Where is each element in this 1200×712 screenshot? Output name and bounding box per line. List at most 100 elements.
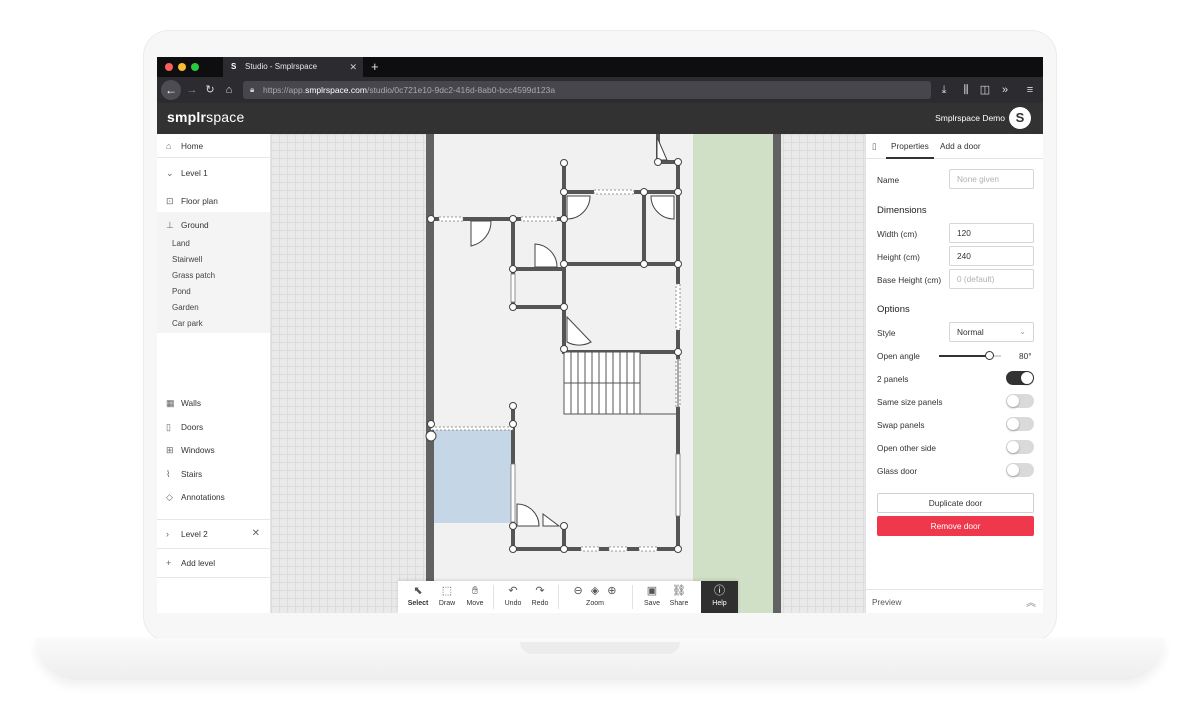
height-input[interactable]: 240 (949, 246, 1034, 266)
name-input[interactable]: None given (949, 169, 1034, 189)
tab-title: Studio - Smplrspace (245, 62, 318, 71)
window-icon: ⊞ (166, 445, 174, 455)
tool-label: Undo (504, 600, 522, 607)
open-angle-slider[interactable] (939, 351, 1001, 360)
preview-bar[interactable]: Preview ︽ (866, 589, 1043, 613)
boundary-wall-left (426, 134, 434, 613)
height-label: Height (cm) (877, 252, 920, 262)
sidebar-item-label: Windows (181, 445, 215, 455)
ground-item-garden[interactable]: Garden (172, 300, 199, 316)
browser-navbar: ← → ↻ ⌂ 🔒︎ https://app.smplrspace.com/st… (157, 77, 1043, 103)
toggle-label: Same size panels (877, 397, 943, 407)
tools-toolbar: ⬉ Select ⬚ Draw ✋︎ Move ↶ Undo ↷ Redo ⊖ … (398, 581, 738, 613)
tool-label: Help (712, 600, 727, 607)
toggle-switch[interactable] (1006, 371, 1034, 385)
url-bar[interactable]: 🔒︎ https://app.smplrspace.com/studio/0c7… (243, 81, 931, 99)
draw-tool-button[interactable]: ⬚ Draw (432, 581, 462, 613)
preview-label: Preview (872, 597, 902, 607)
maximize-window-icon[interactable] (191, 63, 199, 71)
door-icon: ▯ (872, 141, 877, 151)
ground-item-stairwell[interactable]: Stairwell (172, 252, 202, 268)
minimize-window-icon[interactable] (178, 63, 186, 71)
zoom-fit-icon[interactable]: ◈ (591, 585, 599, 597)
chevron-right-icon: › (166, 529, 169, 539)
forward-icon[interactable]: → (183, 81, 201, 99)
ground-item-land[interactable]: Land (172, 236, 190, 252)
redo-button[interactable]: ↷ Redo (525, 581, 555, 613)
hand-icon: ✋︎ (471, 585, 479, 597)
help-button[interactable]: ⓘ Help (701, 581, 738, 613)
level-label: Level 2 (181, 529, 208, 539)
add-level-button[interactable]: + Add level (157, 552, 270, 574)
toggle-switch[interactable] (1006, 463, 1034, 477)
reload-icon[interactable]: ↻ (201, 81, 219, 99)
zoom-controls: ⊖ ◈ ⊕ Zoom (561, 581, 629, 613)
sidebar-item-annotations[interactable]: ◇ Annotations (157, 486, 270, 508)
remove-door-button[interactable]: Remove door (877, 516, 1034, 536)
chevron-up-icon[interactable]: ︽ (1026, 594, 1036, 609)
layers-sidebar: ⌂ Home ⌄ Level 1 ⊡ Floor plan ⊥ Ground L… (157, 134, 271, 613)
sidebar-item-windows[interactable]: ⊞ Windows (157, 439, 270, 461)
slider-thumb[interactable] (985, 351, 995, 360)
avatar[interactable]: S (1009, 107, 1031, 129)
walls-icon: ▦ (166, 398, 175, 408)
sidebar-item-walls[interactable]: ▦ Walls (157, 392, 270, 414)
floor-plan-canvas[interactable]: ⬉ Select ⬚ Draw ✋︎ Move ↶ Undo ↷ Redo ⊖ … (271, 134, 865, 613)
floor-plan-drawing[interactable] (271, 134, 865, 613)
share-button[interactable]: ⛓︎ Share (664, 581, 694, 613)
toggle-switch[interactable] (1006, 417, 1034, 431)
duplicate-door-button[interactable]: Duplicate door (877, 493, 1034, 513)
ground-item-pond[interactable]: Pond (172, 284, 191, 300)
level-2-header[interactable]: › Level 2 ✕ (157, 523, 270, 545)
toggle-label: 2 panels (877, 374, 909, 384)
dimensions-heading: Dimensions (877, 205, 927, 216)
select-tool-button[interactable]: ⬉ Select (403, 581, 433, 613)
download-icon[interactable]: ⤓ (935, 81, 953, 99)
width-label: Width (cm) (877, 229, 918, 239)
undo-button[interactable]: ↶ Undo (498, 581, 528, 613)
sidebar-item-doors[interactable]: ▯ Doors (157, 416, 270, 438)
zoom-in-icon[interactable]: ⊕ (607, 585, 616, 597)
tab-properties[interactable]: Properties (886, 134, 934, 159)
sidebar-item-home[interactable]: ⌂ Home (157, 135, 270, 157)
sidebar-item-floor-plan[interactable]: ⊡ Floor plan (157, 190, 270, 212)
delete-level-icon[interactable]: ✕ (252, 523, 260, 545)
sidebar-item-ground[interactable]: ⊥ Ground (157, 214, 270, 236)
toggle-knob (1007, 464, 1019, 476)
width-input[interactable]: 120 (949, 223, 1034, 243)
user-name[interactable]: Smplrspace Demo (935, 113, 1005, 123)
browser-tab[interactable]: S Studio - Smplrspace ✕ (223, 57, 363, 77)
move-tool-button[interactable]: ✋︎ Move (460, 581, 490, 613)
ground-item-car-park[interactable]: Car park (172, 316, 203, 332)
library-icon[interactable]: ⫼ (957, 81, 975, 99)
ground-icon: ⊥ (166, 220, 174, 230)
close-window-icon[interactable] (165, 63, 173, 71)
open-angle-label: Open angle (877, 351, 920, 361)
base-height-input[interactable]: 0 (default) (949, 269, 1034, 289)
help-icon: ⓘ (714, 585, 725, 597)
toggle-knob (1021, 372, 1033, 384)
sidebar-item-stairs[interactable]: ⌇ Stairs (157, 463, 270, 485)
sidebar-toggle-icon[interactable]: ◫ (976, 81, 994, 99)
toggle-knob (1007, 395, 1019, 407)
boundary-wall-right (773, 134, 781, 613)
save-button[interactable]: ▣ Save (637, 581, 667, 613)
tool-label: Move (466, 600, 484, 607)
close-tab-icon[interactable]: ✕ (349, 57, 357, 77)
sidebar-item-label: Home (181, 141, 204, 151)
add-level-label: Add level (181, 558, 216, 568)
new-tab-icon[interactable]: + (371, 57, 379, 77)
toggle-switch[interactable] (1006, 394, 1034, 408)
level-1-header[interactable]: ⌄ Level 1 (157, 162, 270, 184)
zoom-out-icon[interactable]: ⊖ (573, 585, 582, 597)
menu-icon[interactable]: ≡ (1021, 81, 1039, 99)
app-logo[interactable]: smplrspace (167, 109, 244, 125)
style-select[interactable]: Normal ⌄ (949, 322, 1034, 342)
chevron-down-icon: ⌄ (166, 168, 174, 178)
overflow-icon[interactable]: » (996, 81, 1014, 99)
ground-item-grass-patch[interactable]: Grass patch (172, 268, 215, 284)
back-icon[interactable]: ← (161, 80, 181, 100)
tab-add-door[interactable]: Add a door (940, 134, 981, 159)
home-icon[interactable]: ⌂ (220, 81, 238, 99)
toggle-switch[interactable] (1006, 440, 1034, 454)
